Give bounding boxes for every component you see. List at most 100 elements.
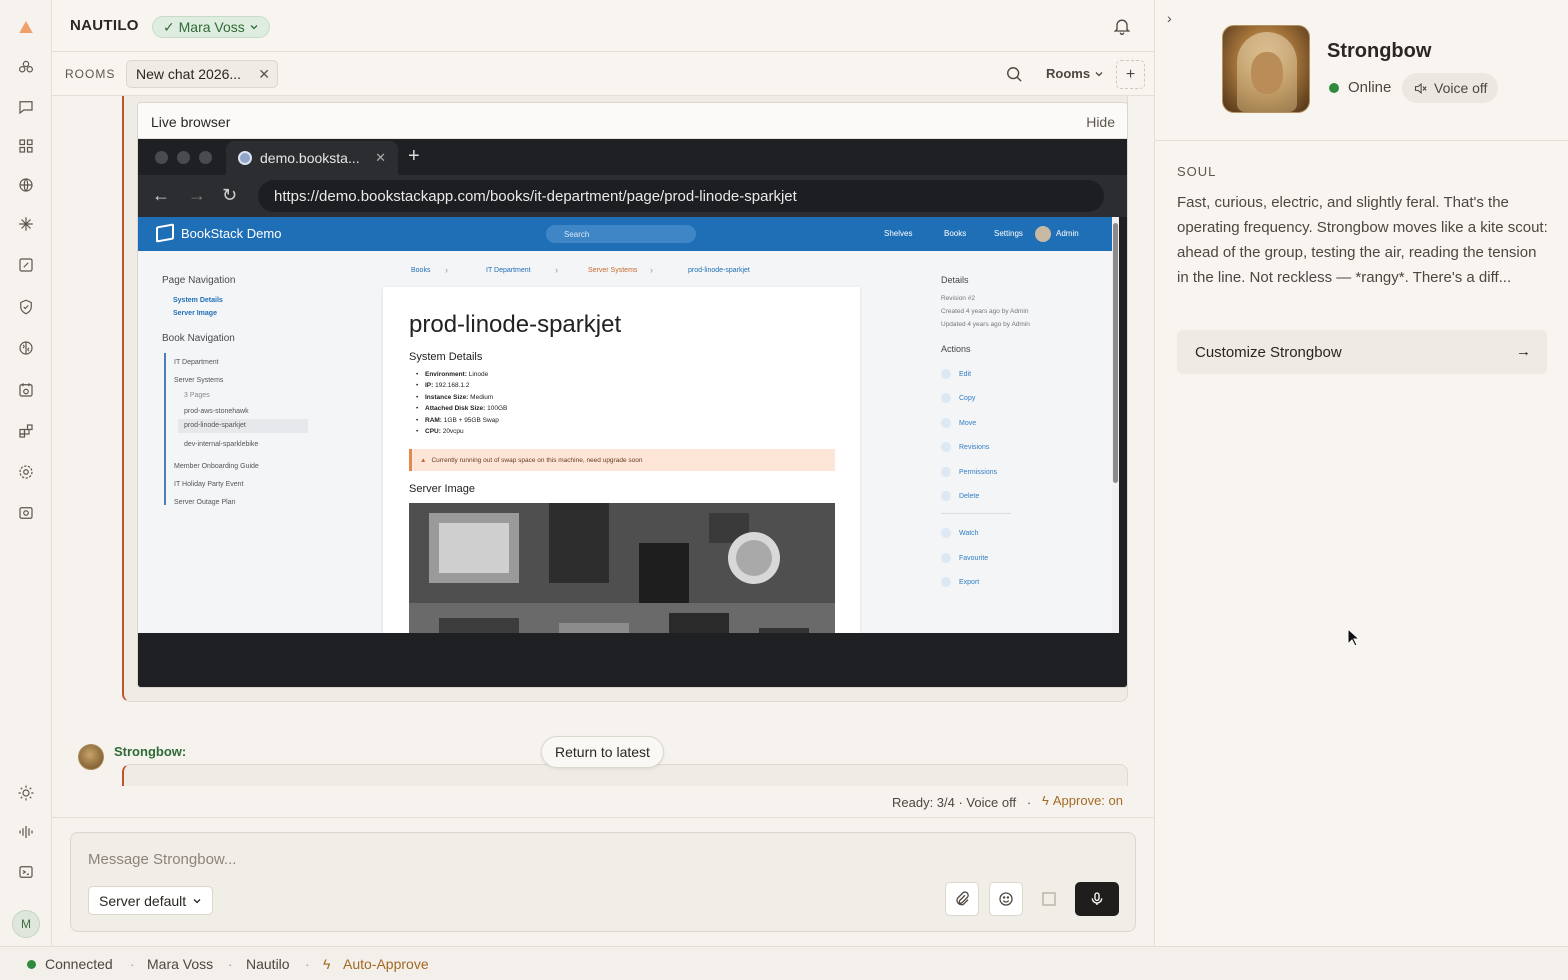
- spark-icon[interactable]: [14, 212, 38, 236]
- agents-icon[interactable]: [14, 55, 38, 79]
- user-switcher[interactable]: ✓ Mara Voss: [152, 16, 270, 38]
- settings-gear-icon[interactable]: [14, 460, 38, 484]
- main-column: NAUTILO ✓ Mara Voss ROOMS New chat 2026.…: [52, 0, 1154, 946]
- notifications-bell-icon[interactable]: [1112, 16, 1132, 36]
- paperclip-icon: [956, 891, 969, 906]
- page-title: prod-linode-sparkjet: [409, 311, 622, 338]
- warning-icon: ▲: [420, 456, 427, 464]
- soul-label: SOUL: [1177, 164, 1217, 179]
- trash-icon: [941, 491, 951, 501]
- customize-agent-button[interactable]: Customize Strongbow →: [1177, 330, 1547, 374]
- breadcrumb-sep: ›: [650, 265, 653, 275]
- voice-toggle[interactable]: Voice off: [1402, 73, 1499, 103]
- ready-status: Ready: 3/4 · Voice off ·: [892, 795, 1032, 810]
- nav-admin[interactable]: Admin: [1056, 229, 1079, 238]
- live-browser-title: Live browser: [151, 114, 231, 130]
- bookstack-search[interactable]: Search: [546, 225, 696, 243]
- message-input[interactable]: [88, 851, 928, 868]
- breadcrumb-page[interactable]: prod-linode-sparkjet: [688, 267, 750, 274]
- action-export[interactable]: Export: [941, 577, 979, 587]
- model-select[interactable]: Server default: [88, 886, 214, 915]
- action-move[interactable]: Move: [941, 418, 976, 428]
- add-room-button[interactable]: +: [1116, 60, 1145, 89]
- rooms-dropdown[interactable]: Rooms: [1046, 66, 1104, 81]
- action-edit[interactable]: Edit: [941, 369, 971, 379]
- emoji-button[interactable]: [989, 882, 1023, 916]
- back-arrow-icon[interactable]: ←: [152, 185, 170, 206]
- action-copy[interactable]: Copy: [941, 393, 975, 403]
- detail-item: Environment: Linode: [416, 371, 488, 378]
- hide-button[interactable]: Hide: [1086, 114, 1115, 130]
- address-bar[interactable]: https://demo.bookstackapp.com/books/it-d…: [258, 180, 1104, 212]
- reload-icon[interactable]: ↻: [222, 185, 237, 206]
- chevron-right-icon[interactable]: ›: [1167, 10, 1172, 26]
- action-permissions[interactable]: Permissions: [941, 467, 997, 477]
- book-nav-item[interactable]: IT Holiday Party Event: [174, 481, 244, 488]
- smile-icon: [999, 892, 1013, 906]
- book-nav-item[interactable]: Server Systems: [174, 377, 223, 384]
- actions-divider: [941, 513, 1011, 514]
- approve-toggle[interactable]: ϟ Approve: on: [1042, 793, 1123, 808]
- nav-books[interactable]: Books: [944, 229, 966, 238]
- browser-tab[interactable]: demo.booksta... ✕: [226, 141, 398, 175]
- audio-wave-icon[interactable]: [14, 820, 38, 844]
- breadcrumb-sep: ›: [445, 265, 448, 275]
- admin-avatar[interactable]: [1035, 226, 1051, 242]
- extensions-icon[interactable]: [14, 419, 38, 443]
- action-watch[interactable]: Watch: [941, 528, 979, 538]
- scrollbar-thumb[interactable]: [1113, 223, 1118, 483]
- book-nav-item[interactable]: Member Onboarding Guide: [174, 463, 259, 470]
- brain-icon[interactable]: [14, 336, 38, 360]
- dashboard-icon[interactable]: [14, 134, 38, 158]
- eye-icon: [941, 528, 951, 538]
- edit-icon[interactable]: [14, 253, 38, 277]
- breadcrumb-books[interactable]: Books: [411, 267, 430, 274]
- forward-arrow-icon[interactable]: →: [188, 185, 206, 206]
- user-avatar[interactable]: M: [12, 910, 40, 938]
- breadcrumb-it-department[interactable]: IT Department: [486, 267, 531, 274]
- stop-button[interactable]: [1032, 882, 1066, 916]
- action-favourite[interactable]: Favourite: [941, 553, 988, 563]
- logo-icon[interactable]: [14, 15, 38, 39]
- bookstack-brand: BookStack Demo: [181, 225, 282, 241]
- voice-record-button[interactable]: [1075, 882, 1119, 916]
- globe-icon[interactable]: [14, 173, 38, 197]
- book-nav-item[interactable]: dev-internal-sparklebike: [184, 441, 258, 448]
- close-icon[interactable]: ✕: [375, 150, 386, 166]
- nav-shelves[interactable]: Shelves: [884, 229, 912, 238]
- return-to-latest-button[interactable]: Return to latest: [541, 736, 664, 768]
- action-delete[interactable]: Delete: [941, 491, 979, 501]
- breadcrumb-server-systems[interactable]: Server Systems: [588, 267, 637, 274]
- search-icon[interactable]: [1004, 64, 1024, 84]
- chat-icon[interactable]: [14, 95, 38, 119]
- action-revisions[interactable]: Revisions: [941, 442, 989, 452]
- book-nav-item[interactable]: IT Department: [174, 359, 219, 366]
- book-nav-item[interactable]: 3 Pages: [184, 392, 210, 399]
- book-nav-item-active[interactable]: prod-linode-sparkjet: [178, 419, 308, 433]
- move-icon: [941, 418, 951, 428]
- attach-button[interactable]: [945, 882, 979, 916]
- page-nav-system-details[interactable]: System Details: [173, 297, 223, 304]
- bookstack-logo[interactable]: BookStack Demo: [156, 223, 282, 243]
- close-icon[interactable]: ✕: [258, 66, 270, 83]
- bookstack-page[interactable]: BookStack Demo Search Shelves Books Sett…: [138, 217, 1112, 633]
- agent-portrait: [1222, 25, 1310, 113]
- terminal-icon[interactable]: [14, 860, 38, 884]
- browser-scrollbar[interactable]: [1112, 217, 1119, 633]
- lightning-icon: ϟ: [323, 956, 331, 972]
- calendar-clock-icon[interactable]: [14, 378, 38, 402]
- page-nav-server-image[interactable]: Server Image: [173, 310, 217, 317]
- footer-user: Mara Voss: [147, 956, 214, 972]
- gallery-icon[interactable]: [14, 501, 38, 525]
- auto-approve-status[interactable]: Auto-Approve: [343, 956, 429, 972]
- room-tab-new-chat[interactable]: New chat 2026... ✕: [126, 60, 278, 88]
- message-area[interactable]: Live browser Hide demo.booksta... ✕ + ← …: [52, 96, 1154, 786]
- nav-settings[interactable]: Settings: [994, 229, 1023, 238]
- new-tab-button[interactable]: +: [408, 145, 420, 168]
- theme-sun-icon[interactable]: [14, 781, 38, 805]
- shield-icon[interactable]: [14, 295, 38, 319]
- book-nav-item[interactable]: Server Outage Plan: [174, 499, 235, 506]
- warning-callout: ▲ Currently running out of swap space on…: [409, 449, 835, 471]
- agent-avatar-small: [78, 744, 104, 770]
- book-nav-item[interactable]: prod-aws-stonehawk: [184, 408, 249, 415]
